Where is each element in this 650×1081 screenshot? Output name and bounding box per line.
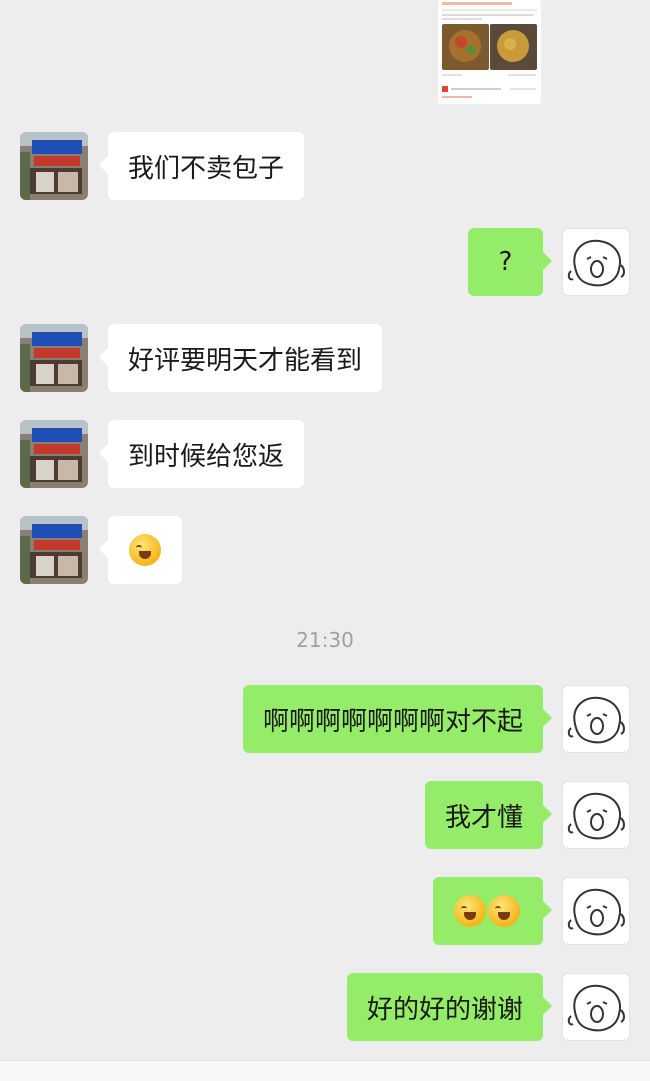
laugh-cry-emoji (488, 895, 520, 927)
outgoing-message[interactable]: 啊啊啊啊啊啊啊对不起 (242, 685, 553, 753)
outgoing-message[interactable]: 我才懂 (424, 781, 553, 849)
shared-review-card[interactable] (438, 0, 541, 104)
outgoing-message[interactable] (433, 877, 552, 945)
shop-avatar[interactable] (20, 132, 88, 200)
timestamp: 21:30 (296, 628, 354, 652)
incoming-message[interactable]: 好评要明天才能看到 (98, 324, 383, 392)
user-avatar[interactable] (562, 685, 630, 753)
user-avatar[interactable] (562, 877, 630, 945)
message-text: ? (498, 247, 513, 277)
message-text: 到时候给您返 (128, 441, 285, 472)
user-avatar[interactable] (562, 228, 630, 296)
outgoing-message[interactable]: ? (468, 228, 552, 296)
outgoing-message[interactable]: 好的好的谢谢 (346, 973, 553, 1041)
input-bar[interactable] (0, 1060, 650, 1081)
incoming-message[interactable]: 我们不卖包子 (98, 132, 305, 200)
shop-avatar[interactable] (20, 324, 88, 392)
user-avatar[interactable] (562, 973, 630, 1041)
laugh-cry-emoji (129, 534, 161, 566)
message-text: 我才懂 (444, 802, 523, 833)
incoming-message[interactable] (99, 516, 182, 584)
message-text: 啊啊啊啊啊啊啊对不起 (262, 706, 523, 737)
incoming-message[interactable]: 到时候给您返 (98, 420, 305, 488)
message-text: 好评要明天才能看到 (128, 345, 363, 376)
message-text: 我们不卖包子 (128, 153, 285, 184)
review-card-thumbnail (442, 2, 537, 98)
shop-avatar[interactable] (20, 516, 88, 584)
shop-avatar[interactable] (20, 420, 88, 488)
message-text: 好的好的谢谢 (366, 994, 523, 1025)
laugh-cry-emoji (454, 895, 486, 927)
user-avatar[interactable] (562, 781, 630, 849)
